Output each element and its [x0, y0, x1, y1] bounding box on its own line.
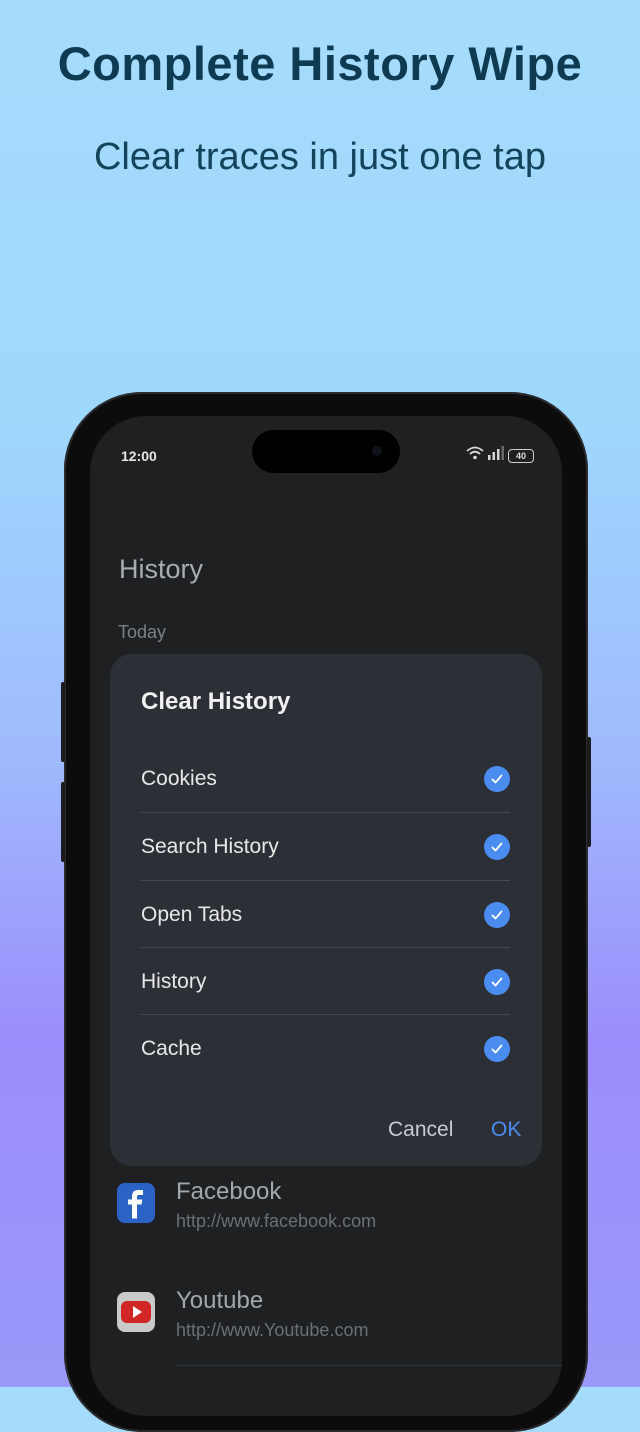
status-icons: 40 — [466, 446, 534, 465]
page-title: History — [119, 554, 204, 584]
history-item-facebook[interactable]: Facebook http://www.facebook.com — [117, 1178, 537, 1238]
history-item-url: http://www.Youtube.com — [176, 1320, 369, 1340]
list-divider — [176, 1365, 562, 1366]
option-label: Open Tabs — [141, 902, 243, 926]
facebook-icon — [117, 1183, 155, 1223]
option-history[interactable]: History — [141, 948, 510, 1015]
history-item-name: Youtube — [176, 1287, 264, 1314]
camera-icon — [372, 446, 382, 456]
cancel-button[interactable]: Cancel — [388, 1118, 453, 1142]
checkmark-icon[interactable] — [484, 833, 510, 860]
checkmark-icon[interactable] — [484, 765, 510, 792]
option-open-tabs[interactable]: Open Tabs — [141, 881, 510, 948]
checkmark-icon[interactable] — [484, 968, 510, 995]
volume-up-button — [61, 682, 65, 762]
option-search-history[interactable]: Search History — [141, 813, 510, 880]
history-item-url: http://www.facebook.com — [176, 1211, 377, 1231]
promo-subline: Clear traces in just one tap — [93, 136, 546, 178]
option-cache[interactable]: Cache — [141, 1015, 510, 1082]
status-time: 12:00 — [121, 448, 157, 464]
checkmark-icon[interactable] — [484, 1035, 510, 1062]
option-label: Cookies — [141, 766, 217, 790]
option-cookies[interactable]: Cookies — [141, 745, 510, 812]
option-label: History — [141, 969, 207, 993]
signal-icon — [488, 446, 504, 465]
battery-icon: 40 — [508, 448, 534, 463]
checkmark-icon[interactable] — [484, 901, 510, 928]
ok-button[interactable]: OK — [491, 1118, 521, 1142]
history-item-youtube[interactable]: Youtube http://www.Youtube.com — [117, 1287, 537, 1347]
volume-down-button — [61, 782, 65, 862]
option-label: Cache — [141, 1036, 202, 1060]
dynamic-island — [252, 430, 400, 473]
youtube-icon — [117, 1292, 155, 1332]
wifi-icon — [466, 446, 484, 465]
section-label-today: Today — [118, 622, 167, 642]
clear-history-dialog: Clear History Cookies Search History Ope… — [110, 654, 542, 1166]
history-item-name: Facebook — [176, 1178, 282, 1205]
dialog-title: Clear History — [141, 688, 291, 715]
option-label: Search History — [141, 834, 279, 858]
power-button — [587, 737, 591, 847]
promo-headline: Complete History Wipe — [57, 37, 583, 90]
